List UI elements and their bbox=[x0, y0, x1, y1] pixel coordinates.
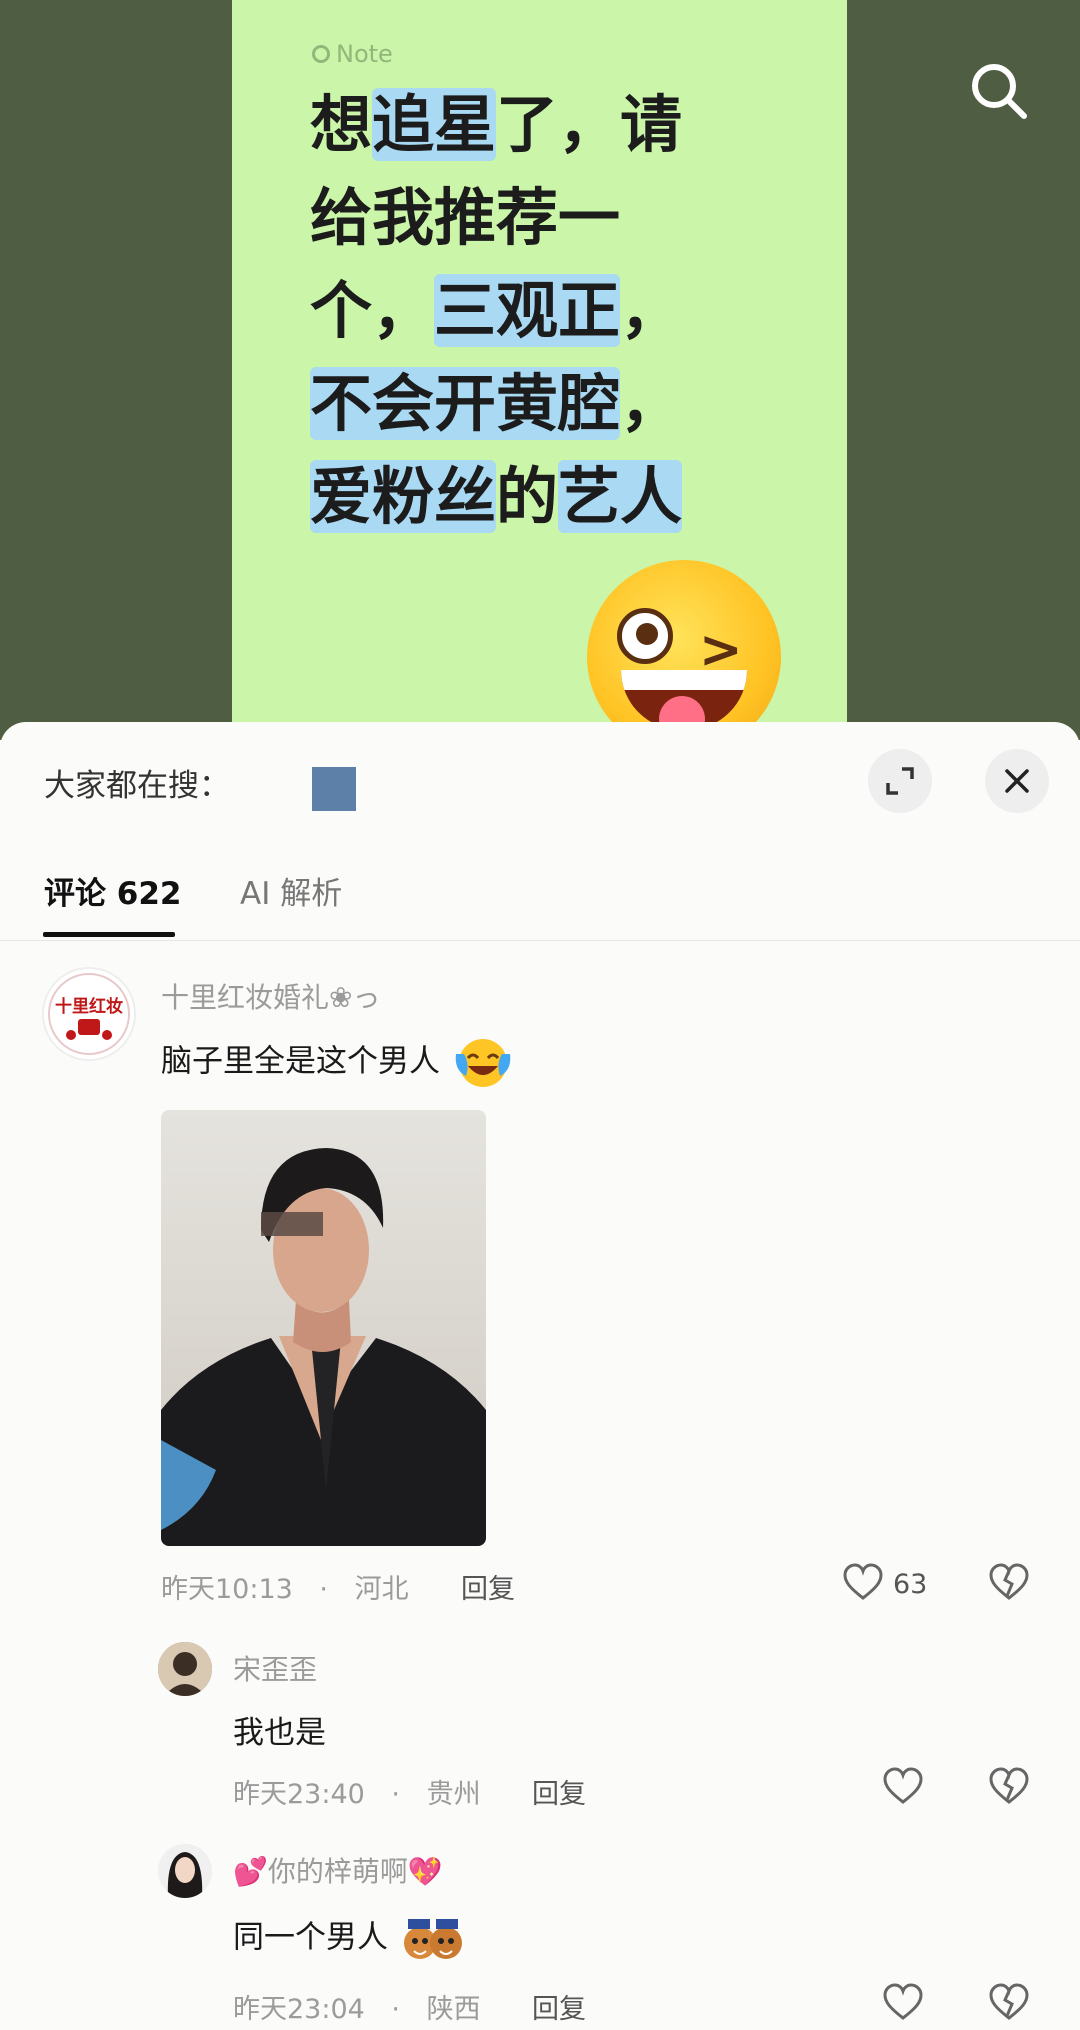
search-icon[interactable] bbox=[968, 60, 1030, 122]
hearts-icon: 💕 bbox=[233, 1855, 268, 1888]
note-line: 想追星了，请 bbox=[310, 78, 810, 171]
avatar[interactable] bbox=[158, 1844, 212, 1898]
broken-heart-icon[interactable] bbox=[988, 1766, 1030, 1808]
note-line: 爱粉丝的艺人 bbox=[310, 450, 810, 543]
note-card[interactable]: Note 想追星了，请 给我推荐一 个，三观正， 不会开黄腔， 爱粉丝的艺人 > bbox=[232, 0, 847, 740]
heart-icon[interactable] bbox=[882, 1982, 924, 2024]
note-highlight-segment: 爱粉丝 bbox=[310, 460, 497, 533]
laughing-crying-emoji-icon bbox=[455, 1039, 511, 1087]
comment-text-body: 脑子里全是这个男人 bbox=[161, 1043, 440, 1080]
broken-heart-icon[interactable] bbox=[988, 1982, 1030, 2024]
close-button[interactable] bbox=[985, 749, 1049, 813]
reply-username[interactable]: 宋歪歪 bbox=[233, 1648, 317, 1688]
reply-button[interactable]: 回复 bbox=[532, 1772, 586, 1811]
comment-time: 昨天10:13 bbox=[161, 1574, 293, 1605]
note-line: 给我推荐一 bbox=[310, 171, 810, 264]
note-segment: 的 bbox=[496, 460, 559, 533]
reply-meta: 昨天23:40 · 贵州 bbox=[233, 1772, 481, 1811]
heart-icon[interactable] bbox=[882, 1766, 924, 1808]
meta-separator: · bbox=[319, 1574, 328, 1605]
avatar[interactable] bbox=[158, 1642, 212, 1696]
reply-text-body: 同一个男人 bbox=[233, 1919, 388, 1956]
reply-username-text: 你的梓萌啊 bbox=[267, 1855, 408, 1888]
comment-username[interactable]: 十里红妆婚礼❀っ bbox=[161, 976, 380, 1016]
trending-label: 大家都在搜： bbox=[44, 768, 230, 804]
comment-location: 河北 bbox=[354, 1574, 409, 1605]
reply-username[interactable]: 💕你的梓萌啊💖 bbox=[233, 1850, 443, 1890]
comment-photo[interactable] bbox=[161, 1110, 486, 1546]
reply-meta: 昨天23:04 · 陕西 bbox=[233, 1987, 481, 2026]
note-segment: 给我推荐一 bbox=[310, 181, 621, 254]
note-text: 想追星了，请 给我推荐一 个，三观正， 不会开黄腔， 爱粉丝的艺人 bbox=[310, 78, 810, 543]
note-highlight-segment: 追星 bbox=[372, 88, 497, 161]
comment-text: 脑子里全是这个男人 bbox=[161, 1034, 512, 1092]
expand-icon bbox=[886, 767, 914, 795]
note-segment: ， bbox=[620, 274, 683, 347]
winking-tongue-emoji: > bbox=[587, 560, 781, 740]
meta-separator: · bbox=[391, 1779, 400, 1810]
note-line: 不会开黄腔， bbox=[310, 357, 810, 450]
like-count: 63 bbox=[893, 1569, 928, 1600]
note-circle-icon bbox=[312, 45, 330, 63]
note-highlight-segment: 不会开黄腔 bbox=[310, 367, 621, 440]
close-icon bbox=[1005, 769, 1029, 793]
tab-comments-label: 评论 bbox=[44, 876, 106, 912]
note-tag-label: Note bbox=[336, 40, 393, 68]
avatar-logo-text: 十里红妆 bbox=[55, 996, 123, 1017]
tab-comments-count: 622 bbox=[116, 876, 182, 912]
active-tab-indicator bbox=[43, 932, 175, 937]
meta-separator: · bbox=[391, 1994, 400, 2025]
reply-button[interactable]: 回复 bbox=[461, 1567, 515, 1606]
reply-location: 贵州 bbox=[426, 1779, 481, 1810]
note-segment: ， bbox=[620, 367, 683, 440]
note-segment: 了，请 bbox=[496, 88, 683, 161]
note-highlight-segment: 三观正 bbox=[434, 274, 621, 347]
tab-ai-analysis[interactable]: AI 解析 bbox=[240, 868, 342, 913]
broken-heart-icon[interactable] bbox=[988, 1562, 1030, 1604]
expand-button[interactable] bbox=[868, 749, 932, 813]
reply-location: 陕西 bbox=[426, 1994, 481, 2025]
reply-text: 我也是 bbox=[233, 1715, 326, 1751]
sparkling-heart-icon: 💖 bbox=[407, 1855, 443, 1888]
note-segment: 个， bbox=[310, 274, 435, 347]
cartoon-pair-sticker-icon bbox=[403, 1919, 462, 1959]
note-line: 个，三观正， bbox=[310, 264, 810, 357]
note-highlight-segment: 艺人 bbox=[558, 460, 683, 533]
reply-time: 昨天23:40 bbox=[233, 1779, 365, 1810]
comment-sheet: 大家都在搜： 评论 622 AI 解析 十里红妆 十里红妆婚礼❀っ 脑子里全是这… bbox=[0, 722, 1080, 2030]
note-segment: 想 bbox=[310, 88, 373, 161]
reply-text: 同一个男人 bbox=[233, 1909, 466, 1969]
tab-comments[interactable]: 评论 622 bbox=[44, 868, 182, 913]
avatar[interactable]: 十里红妆 bbox=[42, 967, 136, 1061]
reply-button[interactable]: 回复 bbox=[532, 1987, 586, 2026]
trending-keyword-chip[interactable] bbox=[312, 767, 356, 811]
tab-bar: 评论 622 AI 解析 bbox=[0, 862, 1080, 941]
note-tag: Note bbox=[312, 40, 393, 68]
heart-icon[interactable] bbox=[842, 1562, 884, 1604]
reply-time: 昨天23:04 bbox=[233, 1994, 365, 2025]
comment-meta: 昨天10:13 · 河北 bbox=[161, 1567, 409, 1606]
